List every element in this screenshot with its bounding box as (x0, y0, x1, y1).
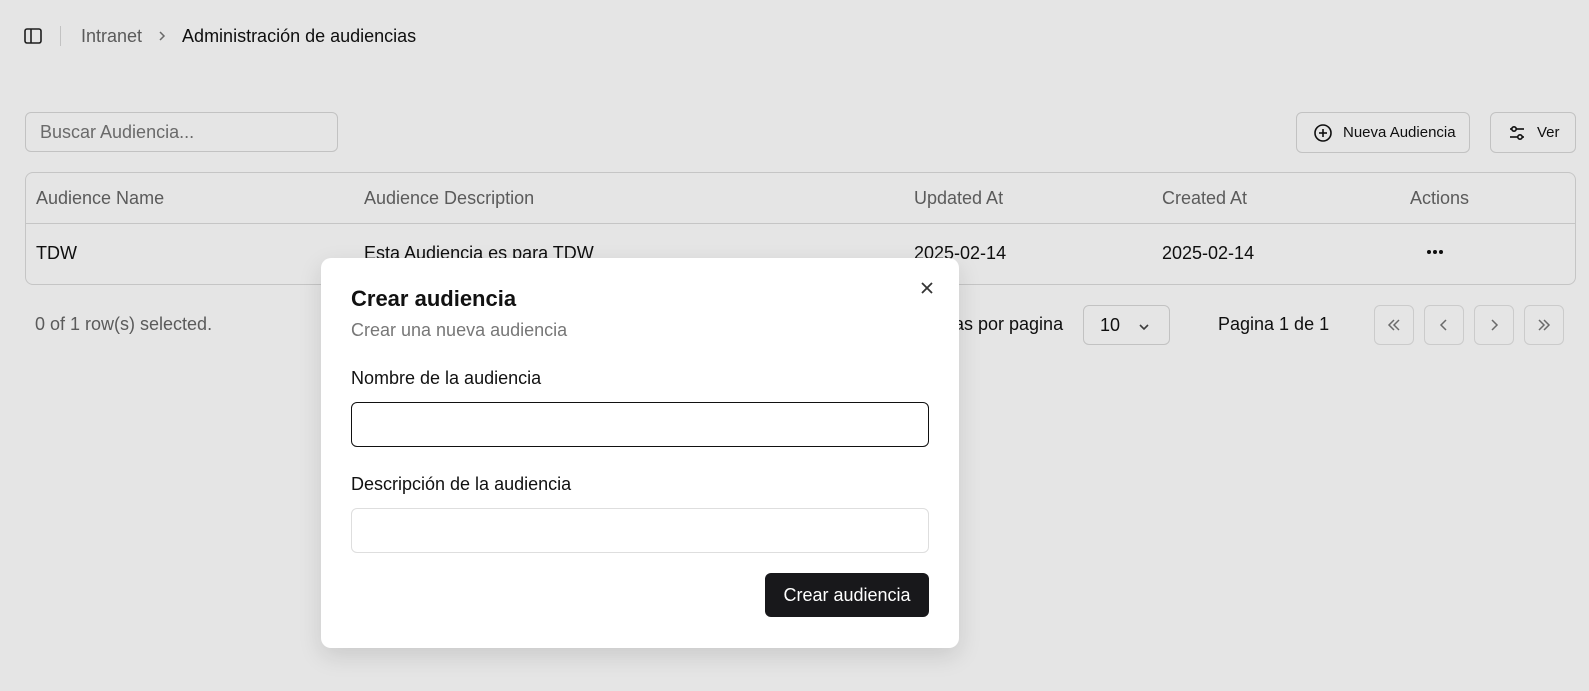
close-icon (921, 282, 933, 294)
create-audience-dialog: Crear audiencia Crear una nueva audienci… (321, 258, 959, 648)
create-audience-button[interactable]: Crear audiencia (765, 573, 929, 617)
close-button[interactable] (917, 278, 937, 298)
audience-name-input[interactable] (351, 402, 929, 447)
audience-name-label: Nombre de la audiencia (351, 368, 542, 388)
dialog-title: Crear audiencia (351, 286, 517, 311)
dialog-subtitle: Crear una nueva audiencia (351, 320, 568, 340)
audience-description-label: Descripción de la audiencia (351, 474, 572, 494)
audience-description-input[interactable] (351, 508, 929, 553)
page: Intranet Administración de audiencias Nu… (0, 0, 1589, 691)
